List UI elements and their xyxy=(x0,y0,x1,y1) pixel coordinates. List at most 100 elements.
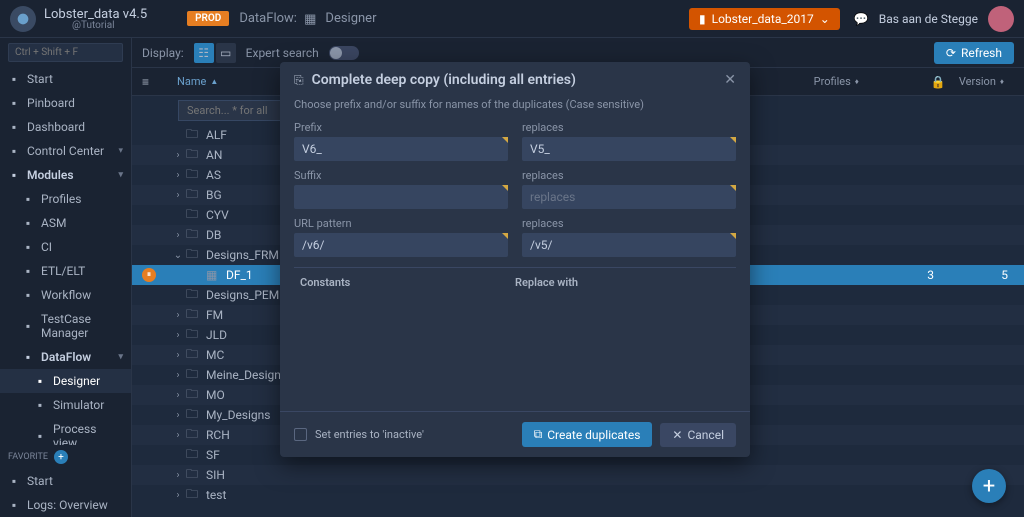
expand-icon[interactable]: ⌄ xyxy=(170,250,186,261)
cancel-button[interactable]: ✕ Cancel xyxy=(660,423,736,447)
folder-icon: 🗀 xyxy=(186,465,200,486)
sidebar-item-label: Control Center xyxy=(27,144,104,158)
sidebar-item-designer[interactable]: ▪Designer xyxy=(0,369,131,393)
url-replaces-input[interactable] xyxy=(522,233,736,257)
favorite-item-start[interactable]: ▪Start xyxy=(0,469,131,493)
folder-icon: ▮ xyxy=(699,12,706,26)
deep-copy-modal: ⎘ Complete deep copy (including all entr… xyxy=(280,62,750,457)
expand-icon[interactable]: › xyxy=(170,170,186,181)
sidebar-item-modules[interactable]: ▪Modules▾ xyxy=(0,163,131,187)
chevron-down-icon: ▾ xyxy=(118,170,123,180)
favorite-label: FAVORITE xyxy=(8,452,48,462)
replace-with-col: Replace with xyxy=(515,276,730,289)
constants-col: Constants xyxy=(300,276,515,289)
sim-icon: ▪ xyxy=(34,399,46,411)
add-fab-button[interactable]: + xyxy=(972,469,1006,503)
sidebar-item-etl-elt[interactable]: ▪ETL/ELT xyxy=(0,259,131,283)
dataflow-icon: ▪ xyxy=(22,351,34,363)
expand-icon[interactable]: › xyxy=(170,470,186,481)
folder-icon: 🗀 xyxy=(186,305,200,326)
expand-icon[interactable]: › xyxy=(170,190,186,201)
folder-icon: 🗀 xyxy=(186,445,200,466)
avatar[interactable] xyxy=(988,6,1014,32)
sidebar-item-label: Simulator xyxy=(53,398,104,412)
expand-icon[interactable]: › xyxy=(170,330,186,341)
close-icon[interactable]: ✕ xyxy=(724,72,736,88)
url-pattern-input[interactable] xyxy=(294,233,508,257)
inactive-checkbox[interactable] xyxy=(294,428,307,441)
folder-icon: 🗀 xyxy=(186,185,200,206)
tree-row[interactable]: ›🗀test xyxy=(132,485,1024,505)
sidebar-item-start[interactable]: ▪Start xyxy=(0,67,131,91)
display-label: Display: xyxy=(142,46,184,60)
expert-search-toggle[interactable] xyxy=(329,46,359,60)
sidebar-item-ci[interactable]: ▪CI xyxy=(0,235,131,259)
folder-icon: 🗀 xyxy=(186,245,200,266)
suffix-replaces-input[interactable] xyxy=(522,185,736,209)
sidebar-item-label: Dashboard xyxy=(27,120,85,134)
column-profiles[interactable]: Profiles♦ xyxy=(814,75,859,88)
expand-icon[interactable]: › xyxy=(170,410,186,421)
sidebar-item-label: Start xyxy=(27,72,53,86)
expand-icon[interactable]: › xyxy=(170,490,186,501)
expand-icon[interactable]: › xyxy=(170,150,186,161)
breadcrumb: DataFlow: ▦ Designer xyxy=(239,11,376,26)
expand-icon[interactable]: › xyxy=(170,310,186,321)
chevron-down-icon: ▾ xyxy=(118,146,123,156)
add-favorite-button[interactable]: + xyxy=(54,450,68,464)
modal-header: ⎘ Complete deep copy (including all entr… xyxy=(280,62,750,98)
expand-icon[interactable]: › xyxy=(170,390,186,401)
sort-asc-icon: ▲ xyxy=(210,77,218,86)
sidebar-item-workflow[interactable]: ▪Workflow xyxy=(0,283,131,307)
folder-icon: 🗀 xyxy=(186,125,200,146)
constants-header: Constants Replace with xyxy=(294,267,736,297)
prefix-replaces-input[interactable] xyxy=(522,137,736,161)
title-wrap: Lobster_data v4.5 @Tutorial xyxy=(44,7,147,31)
sidebar-item-asm[interactable]: ▪ASM xyxy=(0,211,131,235)
sidebar-item-process-view[interactable]: ▪Process view xyxy=(0,417,131,445)
prefix-input[interactable] xyxy=(294,137,508,161)
suffix-input[interactable] xyxy=(294,185,508,209)
sidebar-item-simulator[interactable]: ▪ Simulator xyxy=(0,393,131,417)
sidebar-item-dashboard[interactable]: ▪Dashboard xyxy=(0,115,131,139)
expand-icon[interactable]: › xyxy=(170,430,186,441)
expand-icon[interactable]: › xyxy=(170,350,186,361)
modal-title: Complete deep copy (including all entrie… xyxy=(312,72,717,88)
tree-label: SIH xyxy=(206,468,844,482)
tree-row[interactable]: ›🗀 SIH xyxy=(132,465,1024,485)
context-selector[interactable]: ▮ Lobster_data_2017 ⌄ xyxy=(689,8,840,30)
create-duplicates-button[interactable]: ⧉ Create duplicates xyxy=(522,422,653,447)
sidebar-item-profiles[interactable]: ▪Profiles xyxy=(0,187,131,211)
profile-icon: ▪ xyxy=(22,193,34,205)
status-badge: ⏸ xyxy=(142,268,156,282)
tree-view-button[interactable]: ☷ xyxy=(194,43,214,63)
chat-icon[interactable]: 💬 xyxy=(854,12,869,26)
chevron-down-icon: ▾ xyxy=(118,352,123,362)
column-version[interactable]: Version♦ xyxy=(959,75,1004,88)
view-toggle: ☷ ▭ xyxy=(194,43,236,63)
favorite-item-logs-overview[interactable]: ▪Logs: Overview xyxy=(0,493,131,517)
menu-icon[interactable]: ≡ xyxy=(142,75,149,89)
sidebar-item-dataflow[interactable]: ▪DataFlow▾ xyxy=(0,345,131,369)
logs-icon: ▪ xyxy=(8,499,20,511)
expand-icon[interactable]: › xyxy=(170,370,186,381)
sidebar-item-pinboard[interactable]: ▪Pinboard xyxy=(0,91,131,115)
url-pattern-label: URL pattern xyxy=(294,217,508,230)
folder-icon: 🗀 xyxy=(186,385,200,406)
sidebar-item-control-center[interactable]: ▪Control Center▾ xyxy=(0,139,131,163)
folder-icon: 🗀 xyxy=(186,205,200,226)
expand-icon[interactable]: › xyxy=(170,230,186,241)
sidebar-item-label: TestCase Manager xyxy=(41,312,123,340)
global-search-input[interactable] xyxy=(8,43,123,62)
list-view-button[interactable]: ▭ xyxy=(216,43,236,63)
sidebar-item-label: Process view xyxy=(53,422,123,445)
prefix-label: Prefix xyxy=(294,121,508,134)
sidebar-item-label: Pinboard xyxy=(27,96,75,110)
modal-footer: Set entries to 'inactive' ⧉ Create dupli… xyxy=(280,411,750,457)
sidebar-item-label: Designer xyxy=(53,374,100,388)
column-name[interactable]: Name▲ xyxy=(177,75,218,88)
refresh-button[interactable]: ⟳ Refresh xyxy=(934,42,1014,64)
workflow-icon: ▪ xyxy=(22,289,34,301)
sidebar-item-testcase-manager[interactable]: ▪TestCase Manager xyxy=(0,307,131,345)
tree-label: test xyxy=(206,488,844,502)
